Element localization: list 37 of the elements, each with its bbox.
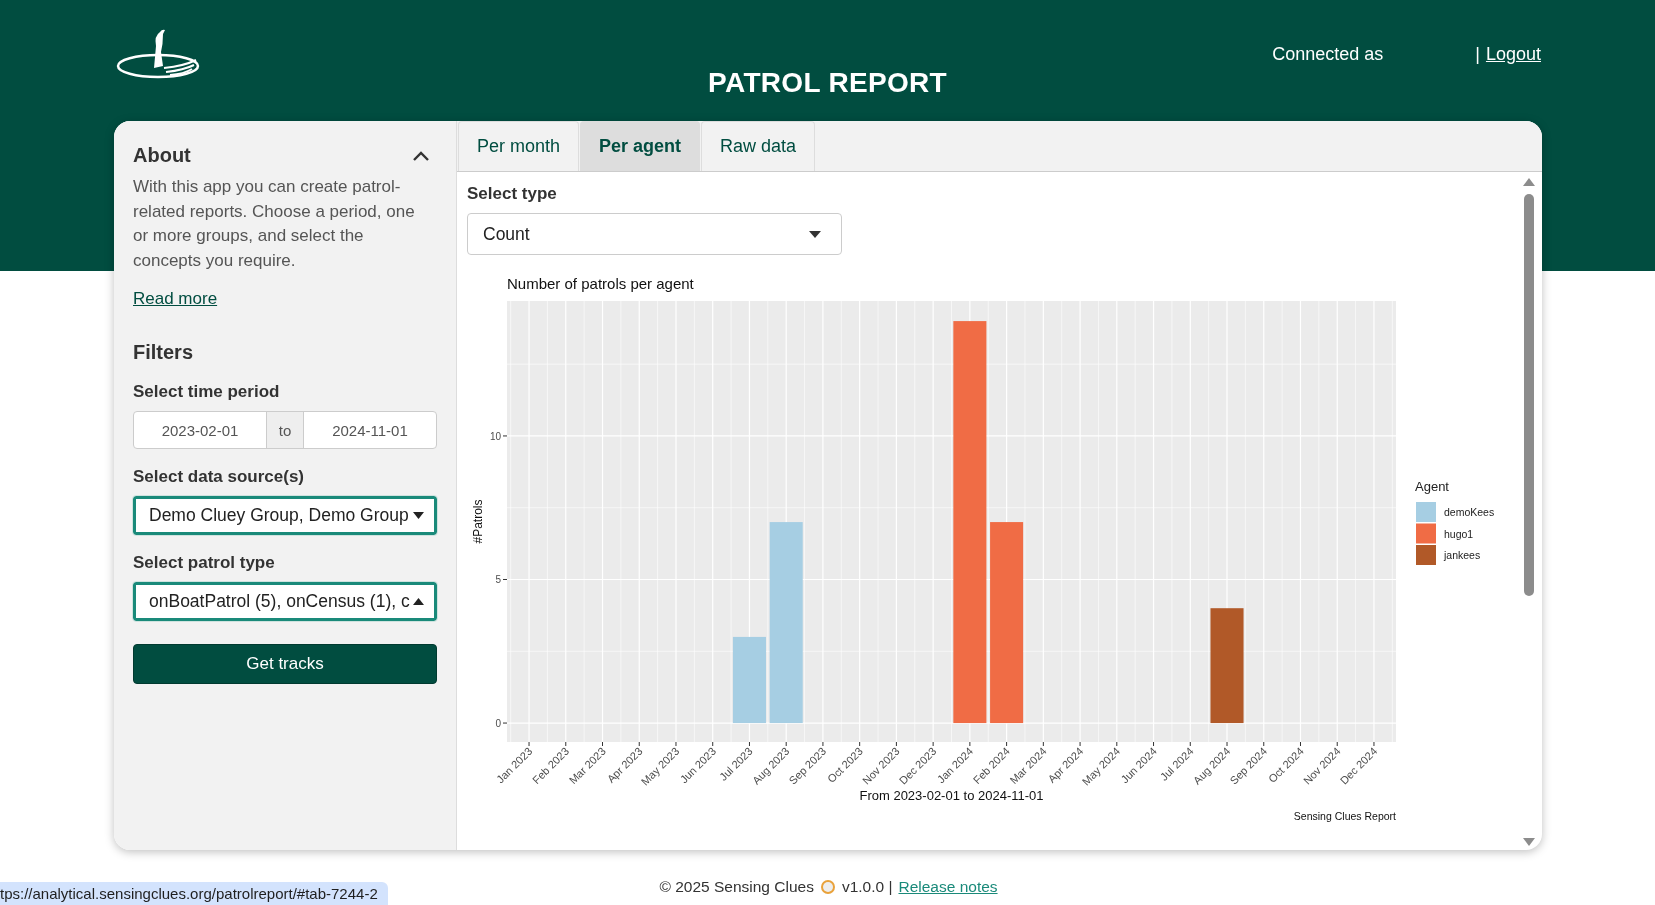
tab[interactable]: Per agent	[580, 121, 701, 171]
section-title: Filters	[133, 341, 195, 364]
field-label: Select patrol type	[133, 553, 276, 573]
tick-label: 10	[489, 430, 501, 442]
field-label: Select data source(s)	[133, 467, 305, 487]
get-tracks-button[interactable]: Get tracks	[133, 644, 437, 684]
chart-caption: Sensing Clues Report	[1293, 810, 1396, 822]
data-source-select[interactable]: Demo Cluey Group, Demo Group	[133, 496, 437, 535]
tick-label: 0	[495, 718, 501, 730]
axis-title: #Patrols	[471, 499, 485, 544]
status-url: tps://analytical.sensingclues.org/patrolreport/#tab-7244-2	[0, 885, 378, 902]
field-label: Select time period	[133, 382, 281, 402]
release-notes-link[interactable]: Release notes	[898, 878, 998, 896]
field-label: Select type	[467, 184, 558, 204]
separator: |	[1475, 44, 1480, 65]
about-text: With this app you can create patrol-related reports. Choose a period, one or more groups, and select the concepts you require.	[133, 176, 416, 272]
connected-label: Connected as	[1272, 44, 1384, 65]
tab[interactable]: Raw data	[701, 121, 816, 171]
axis-title: From 2023-02-01 to 2024-11-01	[859, 788, 1044, 803]
chevron-icon[interactable]	[412, 149, 430, 162]
version-text: v1.0.0 |	[841, 878, 893, 896]
logout-link[interactable]: Logout	[1485, 44, 1541, 65]
legend-label: hugo1	[1444, 527, 1474, 540]
section-title: About	[133, 144, 191, 167]
read-more-link[interactable]: Read more	[133, 289, 218, 309]
patrol-type-select[interactable]: onBoatPatrol (5), onCensus (1), c	[133, 582, 437, 621]
caret-icon	[809, 230, 821, 238]
app-title: PATROL REPORT	[708, 67, 947, 100]
chart-title: Number of patrols per agent	[507, 275, 694, 292]
legend-label: demoKees	[1444, 506, 1495, 518]
legend-title: Agent	[1415, 479, 1449, 494]
copyright-text: © 2025 Sensing Clues	[659, 878, 814, 896]
compass-icon	[819, 879, 836, 895]
type-select[interactable]: Count	[467, 213, 842, 255]
tab[interactable]: Per month	[458, 121, 580, 171]
tick-label: 5	[495, 574, 501, 586]
legend-label: jankees	[1444, 549, 1481, 561]
